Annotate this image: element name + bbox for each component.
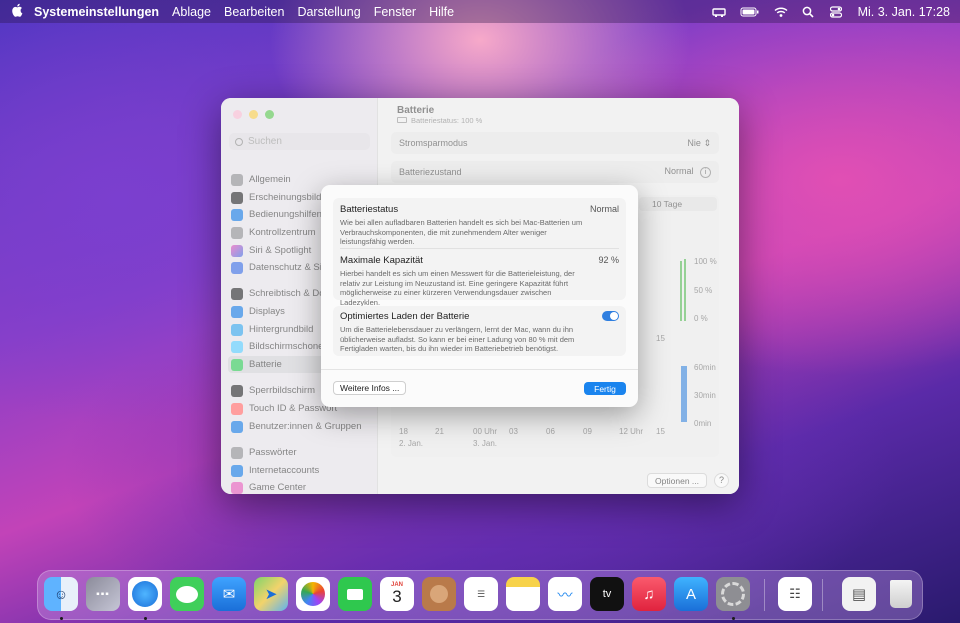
downloads-folder-icon[interactable]: ▤ [842,577,876,611]
capacity-row: Maximale Kapazität 92 % Hierbei handelt … [340,255,619,307]
mail-icon[interactable]: ✉ [212,577,246,611]
optimized-description: Um die Batterielebensdauer zu verlängern… [340,325,575,353]
messages-icon[interactable] [170,577,204,611]
trash-icon[interactable] [884,577,918,611]
more-info-button[interactable]: Weitere Infos ... [333,381,407,395]
menu-bearbeiten[interactable]: Bearbeiten [224,5,284,19]
optimized-charging-toggle[interactable] [602,311,619,321]
apple-tv-icon[interactable]: tv [590,577,624,611]
spotlight-search-icon[interactable] [802,6,816,18]
optimized-row: Optimiertes Laden der Batterie Um die Ba… [340,311,619,354]
divider [340,248,619,249]
finder-icon[interactable]: ☺ [44,577,78,611]
status-row: Batteriestatus Normal Wie bei allen aufl… [340,204,619,247]
status-description: Wie bei allen aufladbaren Batterien hand… [340,218,583,246]
dock-separator [822,579,823,611]
photos-icon[interactable] [296,577,330,611]
optimized-title: Optimiertes Laden der Batterie [340,311,470,322]
music-icon[interactable]: ♫ [632,577,666,611]
notes-icon[interactable] [506,577,540,611]
health-card: Batteriestatus Normal Wie bei allen aufl… [333,198,626,307]
launchpad-icon[interactable]: ▪▪▪ [86,577,120,611]
capacity-title: Maximale Kapazität [340,255,423,266]
dock-separator [764,579,765,611]
menu-ablage[interactable]: Ablage [172,5,211,19]
menu-hilfe[interactable]: Hilfe [429,5,454,19]
optimized-card: Optimiertes Laden der Batterie Um die Ba… [333,306,626,356]
menu-fenster[interactable]: Fenster [374,5,416,19]
contacts-icon[interactable] [422,577,456,611]
menu-clock[interactable]: Mi. 3. Jan. 17:28 [858,5,950,19]
menu-darstellung[interactable]: Darstellung [297,5,360,19]
sheet-divider [321,369,638,370]
display-mirror-icon[interactable] [711,6,726,18]
toggle-knob [610,312,618,320]
done-button[interactable]: Fertig [584,382,626,395]
control-center-icon[interactable] [829,5,844,18]
tv-label: tv [602,588,612,600]
airdrop-helper-icon[interactable]: ☷ [778,577,812,611]
battery-icon[interactable] [740,6,760,18]
apple-menu-icon[interactable] [0,3,34,20]
freeform-icon[interactable]: 〰 [548,577,582,611]
reminders-icon[interactable]: ☰ [464,577,498,611]
dock: ☺ ▪▪▪ ✉ ➤ JAN 3 ☰ 〰 tv ♫ A ☷ ▤ [37,570,923,620]
wifi-icon[interactable] [774,6,788,18]
running-indicator [60,617,63,620]
running-indicator [732,617,735,620]
capacity-description: Hierbei handelt es sich um einen Messwer… [340,269,575,307]
calendar-icon[interactable]: JAN 3 [380,577,414,611]
menu-app-name[interactable]: Systemeinstellungen [34,5,159,19]
menu-bar: Systemeinstellungen Ablage Bearbeiten Da… [0,0,960,23]
system-settings-icon[interactable] [716,577,750,611]
facetime-icon[interactable] [338,577,372,611]
battery-health-sheet: Batteriestatus Normal Wie bei allen aufl… [321,185,638,407]
maps-icon[interactable]: ➤ [254,577,288,611]
status-value: Normal [589,204,619,214]
status-title: Batteriestatus [340,204,399,215]
calendar-day: 3 [392,587,402,606]
capacity-value: 92 % [598,255,619,265]
safari-icon[interactable] [128,577,162,611]
running-indicator [144,617,147,620]
app-store-icon[interactable]: A [674,577,708,611]
